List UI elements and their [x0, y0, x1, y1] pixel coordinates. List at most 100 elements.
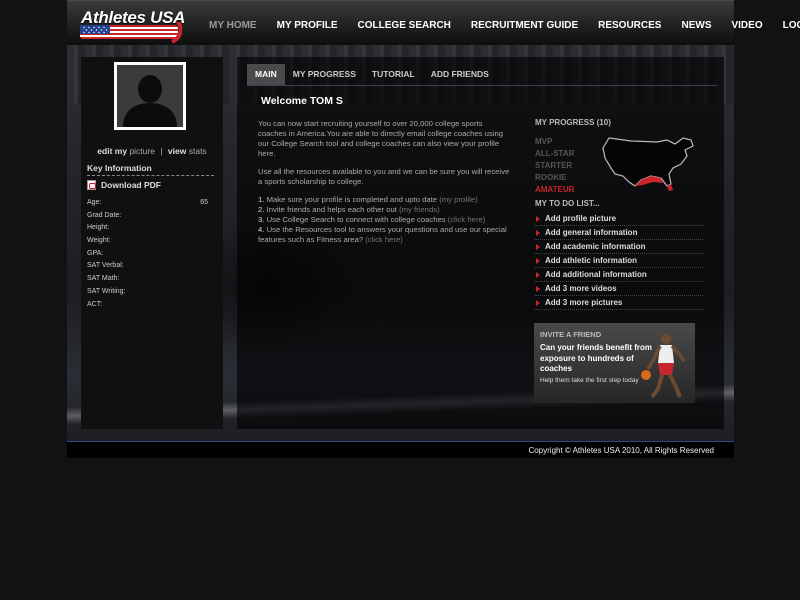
tab-tutorial[interactable]: TUTORIAL [364, 64, 423, 85]
level-mvp: MVP [535, 137, 553, 146]
my-friends-link[interactable]: (my friends) [399, 205, 440, 214]
tab-my-progress[interactable]: MY PROGRESS [285, 64, 364, 85]
nav-resources[interactable]: RESOURCES [598, 20, 661, 31]
level-amateur: AMATEUR [535, 185, 575, 194]
info-row-age: Age: 65 [87, 199, 208, 212]
info-label: ACT: [87, 300, 103, 308]
edit-prefix: edit my [97, 146, 128, 156]
welcome-heading: Welcome TOM S [261, 95, 343, 107]
step-text: Make sure your profile is completed and … [266, 195, 438, 204]
todo-add-videos[interactable]: Add 3 more videos [535, 282, 703, 296]
resources-link[interactable]: (click here) [365, 235, 403, 244]
view-prefix: view [167, 146, 187, 156]
todo-add-profile-picture[interactable]: Add profile picture [535, 212, 703, 226]
nav-my-home[interactable]: MY HOME [209, 20, 257, 31]
info-row-weight: Weight: [87, 237, 208, 250]
info-label: Grad Date: [87, 211, 122, 219]
todo-label: Add profile picture [545, 214, 617, 223]
info-row-grad-date: Grad Date: [87, 212, 208, 225]
todo-heading: MY TO DO LIST... [535, 199, 600, 208]
key-information-heading: Key Information [87, 163, 214, 176]
nav-news[interactable]: NEWS [681, 20, 711, 31]
arrow-right-icon [536, 257, 540, 264]
nav-video[interactable]: VIDEO [731, 20, 762, 31]
nav-college-search[interactable]: COLLEGE SEARCH [358, 20, 451, 31]
usa-map-icon [602, 137, 694, 191]
step-item: 1. Make sure your profile is completed a… [258, 195, 511, 205]
step-item: 3. Use College Search to connect with co… [258, 215, 511, 225]
todo-label: Add 3 more videos [545, 284, 617, 293]
arrow-right-icon [536, 271, 540, 278]
intro-paragraph: You can now start recruiting yourself to… [258, 119, 503, 158]
info-value: 65 [200, 199, 208, 206]
tab-main[interactable]: MAIN [247, 64, 285, 85]
tab-add-friends[interactable]: ADD FRIENDS [423, 64, 497, 85]
invite-heading: INVITE A FRIEND [540, 330, 602, 339]
todo-add-additional-information[interactable]: Add additional information [535, 268, 703, 282]
nav-log-out[interactable]: LOG OUT [783, 20, 800, 31]
info-row-sat-verbal: SAT Verbal: [87, 262, 208, 275]
todo-add-academic-information[interactable]: Add academic information [535, 240, 703, 254]
pdf-icon [87, 180, 96, 190]
level-starter: STARTER [535, 161, 573, 170]
info-label: Weight: [87, 237, 111, 245]
footer: Copyright © Athletes USA 2010, All Right… [67, 441, 734, 458]
progress-levels: MVP ALL-STAR STARTER ROOKIE AMATEUR [535, 136, 605, 196]
basketball-player-icon [641, 334, 686, 399]
level-all-star: ALL-STAR [535, 149, 575, 158]
step-text: Use College Search to connect with colle… [266, 215, 446, 224]
info-row-act: ACT: [87, 301, 208, 314]
my-progress-heading: MY PROGRESS (10) [535, 118, 611, 127]
copyright-text: Copyright © Athletes USA 2010, All Right… [528, 446, 714, 455]
flag-swoosh-icon [80, 22, 182, 44]
arrow-right-icon [536, 229, 540, 236]
info-row-sat-writing: SAT Writing: [87, 288, 208, 301]
todo-label: Add academic information [545, 242, 646, 251]
welcome-body: You can now start recruiting yourself to… [258, 119, 511, 245]
step-item: 2. Invite friends and helps each other o… [258, 205, 511, 215]
todo-add-general-information[interactable]: Add general information [535, 226, 703, 240]
info-label: Age: [87, 199, 102, 206]
info-label: SAT Writing: [87, 287, 126, 295]
step-number: 2. [258, 205, 265, 214]
invite-subtitle: Help them take the first step today [540, 377, 639, 384]
todo-label: Add 3 more pictures [545, 298, 623, 307]
info-row-sat-math: SAT Math: [87, 275, 208, 288]
step-item: 4. Use the Resources tool to answers you… [258, 225, 511, 245]
todo-label: Add athletic information [545, 256, 637, 265]
level-rookie: ROOKIE [535, 173, 567, 182]
download-pdf-link[interactable]: Download PDF [87, 180, 161, 190]
resources-paragraph: Use all the resources available to you a… [258, 167, 510, 186]
info-label: GPA: [87, 249, 104, 257]
step-number: 1. [258, 195, 265, 204]
top-bar: Athletes USA MY HOME MY PROFILE COLLEGE … [67, 0, 800, 45]
edit-picture-link[interactable]: picture [129, 146, 155, 156]
info-label: SAT Math: [87, 275, 120, 283]
arrow-right-icon [536, 299, 540, 306]
content-tabs: MAIN MY PROGRESS TUTORIAL ADD FRIENDS [247, 64, 497, 85]
step-text: Invite friends and helps each other out [266, 205, 397, 214]
arrow-right-icon [536, 285, 540, 292]
todo-label: Add additional information [545, 270, 647, 279]
arrow-right-icon [536, 243, 540, 250]
tab-divider [247, 85, 717, 86]
background-stage: edit my picture | view stats Key Informa… [67, 45, 734, 458]
download-pdf-label: Download PDF [101, 180, 161, 190]
my-profile-link[interactable]: (my profile) [439, 195, 477, 204]
profile-sidebar: edit my picture | view stats Key Informa… [81, 57, 223, 429]
avatar[interactable] [114, 62, 186, 130]
info-row-gpa: GPA: [87, 250, 208, 263]
nav-my-profile[interactable]: MY PROFILE [277, 20, 338, 31]
main-content: MAIN MY PROGRESS TUTORIAL ADD FRIENDS We… [237, 57, 724, 429]
key-information-list: Age: 65 Grad Date: Height: Weight: GPA: S… [87, 199, 208, 313]
athletes-usa-logo[interactable]: Athletes USA [80, 6, 185, 44]
view-stats-link[interactable]: stats [189, 146, 207, 156]
arrow-right-icon [536, 215, 540, 222]
invite-friend-banner[interactable]: INVITE A FRIEND Can your friends benefit… [534, 323, 695, 403]
college-search-link[interactable]: (click here) [448, 215, 486, 224]
todo-add-pictures[interactable]: Add 3 more pictures [535, 296, 703, 310]
step-number: 4. [258, 225, 265, 234]
todo-add-athletic-information[interactable]: Add athletic information [535, 254, 703, 268]
info-label: SAT Verbal: [87, 262, 124, 270]
nav-recruitment-guide[interactable]: RECRUITMENT GUIDE [471, 20, 578, 31]
